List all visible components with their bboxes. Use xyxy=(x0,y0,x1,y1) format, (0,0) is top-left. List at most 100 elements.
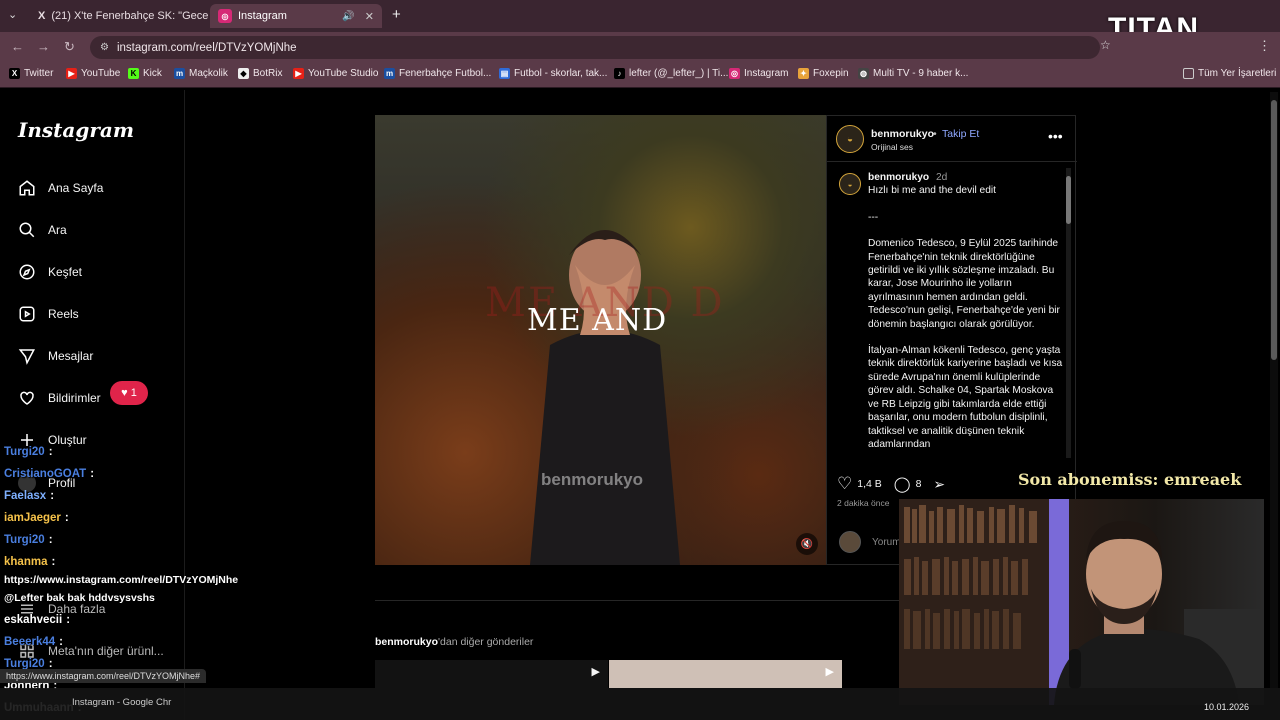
bookmark-instagram[interactable]: ◎ Instagram xyxy=(729,68,788,79)
tab-twitter[interactable]: X (21) X'te Fenerbahçe SK: "Gece ✕ xyxy=(30,4,208,28)
speaker-icon[interactable]: 🔊 xyxy=(342,11,354,22)
tab-instagram[interactable]: ◎ Instagram 🔊 ✕ xyxy=(210,4,382,28)
user-avatar-icon: ◒ xyxy=(846,133,854,145)
post-actions: ♡ 1,4 B ◯ 8 ➢ xyxy=(837,474,945,494)
notification-badge: ♥ 1 xyxy=(110,381,148,405)
dot-separator: • xyxy=(933,128,937,140)
like-count[interactable]: 1,4 B xyxy=(857,478,882,490)
chat-text: : xyxy=(90,468,95,480)
url-bar[interactable]: ⚙ instagram.com/reel/DTVzYOMjNhe xyxy=(90,36,1100,59)
mute-icon[interactable]: 🔇 xyxy=(796,533,818,555)
nav-messages[interactable]: Mesajlar xyxy=(18,347,93,365)
post-header: ◒ benmorukyo • Takip Et Orijinal ses ••• xyxy=(827,116,1077,162)
page-scrollbar[interactable] xyxy=(1270,92,1278,688)
coach-figure xyxy=(530,230,680,565)
chat-message: CristianoGOAT: xyxy=(4,468,94,480)
bookmark-star-icon[interactable]: ☆ xyxy=(1100,38,1111,52)
comment-icon[interactable]: ◯ xyxy=(894,475,911,493)
new-tab-icon[interactable]: + xyxy=(392,6,401,23)
chat-username: CristianoGOAT xyxy=(4,468,87,480)
chat-text: : xyxy=(48,446,53,458)
share-icon[interactable]: ➢ xyxy=(933,476,945,493)
caption-paragraph: İtalyan-Alman kökenli Tedesco, genç yaşt… xyxy=(868,345,1063,450)
nav-search[interactable]: Ara xyxy=(18,221,67,239)
bookmarks-bar: X Twitter ▶ YouTube K Kick m Maçkolik ◆ BotRi… xyxy=(0,62,1280,88)
more-options-icon[interactable]: ••• xyxy=(1048,128,1063,144)
nav-home[interactable]: Ana Sayfa xyxy=(18,179,103,197)
reload-icon[interactable]: ↻ xyxy=(64,39,75,55)
close-icon[interactable]: ✕ xyxy=(365,10,374,23)
back-icon[interactable]: ← xyxy=(11,39,24,54)
scroll-thumb[interactable] xyxy=(1066,176,1071,224)
tab-title: Instagram xyxy=(238,10,287,22)
more-posts-heading: benmorukyo'dan diğer gönderiler xyxy=(375,636,534,648)
mackolik-icon: m xyxy=(384,68,395,79)
avatar[interactable]: ◒ xyxy=(836,125,864,153)
caption-title: Hızlı bi me and the devil edit xyxy=(868,185,996,197)
caption-username[interactable]: benmorukyo xyxy=(868,172,929,183)
nav-explore[interactable]: Keşfet xyxy=(18,263,82,281)
caption-area: benmorukyo 2d Hızlı bi me and the devil … xyxy=(868,171,1064,466)
chat-message: eskahvecii: xyxy=(4,614,70,626)
reels-icon xyxy=(19,306,35,322)
forward-icon[interactable]: → xyxy=(37,39,50,54)
instagram-icon: ◎ xyxy=(729,68,740,79)
link-hover-status: https://www.instagram.com/reel/DTVzYOMjN… xyxy=(0,669,207,683)
menu-icon[interactable]: ⋮ xyxy=(1258,38,1271,54)
scroll-thumb[interactable] xyxy=(1271,100,1277,360)
caption-scrollbar[interactable] xyxy=(1066,168,1071,458)
audio-label[interactable]: Orijinal ses xyxy=(871,142,913,152)
youtube-icon: ▶ xyxy=(66,68,77,79)
site-info-icon[interactable]: ⚙ xyxy=(100,42,109,53)
chat-message: iamJaeger: xyxy=(4,512,69,524)
reel-icon: ▶ xyxy=(591,666,600,678)
chat-username: Beeerk44 xyxy=(4,636,56,648)
avatar[interactable]: ◒ xyxy=(839,173,861,195)
post-username[interactable]: benmorukyo xyxy=(871,128,934,140)
comment-count: 8 xyxy=(915,478,922,490)
thumbnail[interactable]: ▶ xyxy=(609,660,842,688)
like-icon[interactable]: ♡ xyxy=(837,474,852,494)
bookmark-kick[interactable]: K Kick xyxy=(128,68,162,79)
nav-notifications[interactable]: Bildirimler xyxy=(18,389,101,407)
thumbnail[interactable]: ▶ xyxy=(375,660,608,688)
chat-username: iamJaeger xyxy=(4,512,61,524)
bookmark-multitv[interactable]: ◍ Multi TV - 9 haber k... xyxy=(858,68,968,79)
webcam-scene xyxy=(899,499,1264,705)
bookmark-youtube[interactable]: ▶ YouTube xyxy=(66,68,120,79)
chat-text: https://www.instagram.com/reel/DTVzYOMjN… xyxy=(4,574,239,586)
bookmark-futbol[interactable]: ▤ Futbol - skorlar, tak... xyxy=(499,68,607,79)
bookmark-twitter[interactable]: X Twitter xyxy=(9,68,53,79)
bookmark-fenerbahce[interactable]: m Fenerbahçe Futbol... xyxy=(384,68,491,79)
all-bookmarks[interactable]: Tüm Yer İşaretleri xyxy=(1183,68,1276,79)
taskbar-app-label[interactable]: Instagram - Google Chr xyxy=(72,697,171,708)
instagram-icon: ◎ xyxy=(218,9,232,23)
chat-text: : xyxy=(64,512,69,524)
tab-list-chevron-icon[interactable]: ⌄ xyxy=(8,8,17,21)
chat-username: Turgi20 xyxy=(4,446,45,458)
reel-video[interactable]: ME AND D ME AND benmorukyo 🔇 xyxy=(375,115,826,565)
bookmark-tiktok[interactable]: ♪ lefter (@_lefter_) | Ti... xyxy=(614,68,728,79)
follow-button[interactable]: Takip Et xyxy=(942,128,979,140)
tab-title: (21) X'te Fenerbahçe SK: "Gece xyxy=(51,10,208,22)
chat-username: eskahvecii xyxy=(4,614,63,626)
video-caption: ME AND xyxy=(527,303,668,338)
bookmark-youtube-studio[interactable]: ▶ YouTube Studio xyxy=(293,68,378,79)
chat-text: : xyxy=(48,534,53,546)
chat-username: Turgi20 xyxy=(4,534,45,546)
subscriber-banner: Son abonemiss: emreaek xyxy=(1018,470,1242,489)
x-icon: X xyxy=(9,68,20,79)
bookmark-botrix[interactable]: ◆ BotRix xyxy=(238,68,282,79)
instagram-logo[interactable]: Instagram xyxy=(18,118,134,142)
nav-reels[interactable]: Reels xyxy=(18,305,79,323)
bookmark-mackolik[interactable]: m Maçkolik xyxy=(174,68,228,79)
compass-icon xyxy=(19,264,35,280)
chat-message: @Lefter bak bak hddvsysvshs xyxy=(4,592,155,604)
user-avatar-icon: ◒ xyxy=(847,179,853,189)
home-icon xyxy=(19,180,35,196)
kick-icon: K xyxy=(128,68,139,79)
x-icon: X xyxy=(38,10,46,22)
bookmark-foxepin[interactable]: ✦ Foxepin xyxy=(798,68,849,79)
comment-input[interactable]: Yorum xyxy=(872,537,901,548)
heart-icon: ♥ xyxy=(121,387,128,399)
